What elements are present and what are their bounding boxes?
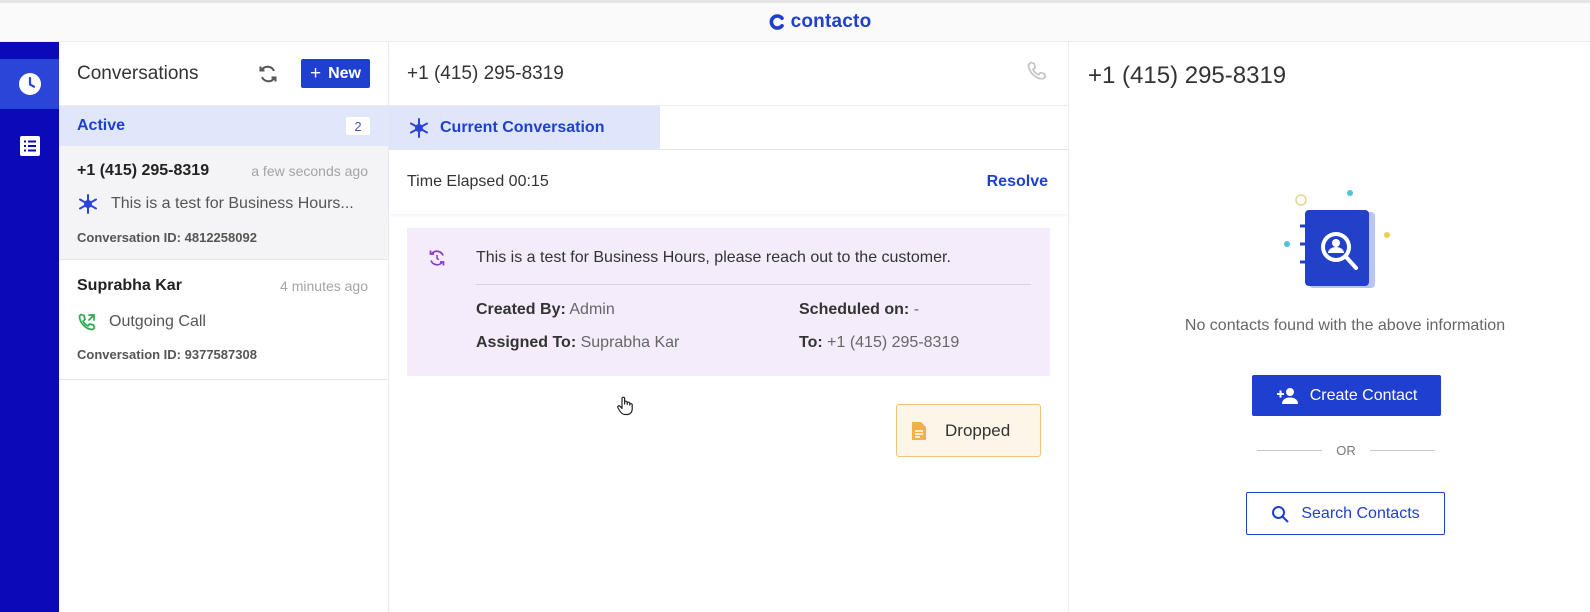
dropped-label: Dropped bbox=[945, 420, 1011, 440]
rail-item-list[interactable] bbox=[0, 121, 59, 171]
contact-phone: +1 (415) 295-8319 bbox=[1088, 62, 1287, 89]
assigned-to: Assigned To: Suprabha Kar bbox=[476, 334, 680, 351]
spark-icon bbox=[79, 194, 97, 214]
hand-cursor-icon bbox=[616, 396, 634, 421]
clock-icon bbox=[18, 73, 41, 95]
search-contacts-label: Search Contacts bbox=[1301, 504, 1420, 522]
created-by: Created By: Admin bbox=[476, 301, 615, 318]
conversation-message: Outgoing Call bbox=[109, 313, 206, 330]
active-count-badge: 2 bbox=[346, 117, 370, 135]
contact-panel: +1 (415) 295-8319 No contacts found with… bbox=[1069, 42, 1590, 612]
nav-rail bbox=[0, 42, 59, 612]
new-conversation-button[interactable]: + New bbox=[300, 59, 370, 88]
or-label: OR bbox=[1336, 443, 1356, 458]
conversation-list-header: Conversations + New bbox=[59, 42, 388, 106]
brand-logo: contacto bbox=[769, 11, 872, 33]
conversation-item[interactable]: +1 (415) 295-8319 a few seconds ago This… bbox=[59, 146, 388, 260]
brand-name: contacto bbox=[790, 11, 872, 32]
contact-search-illustration bbox=[1281, 186, 1401, 301]
task-message: This is a test for Business Hours, pleas… bbox=[476, 249, 951, 266]
conversation-phone: +1 (415) 295-8319 bbox=[407, 62, 564, 84]
elapsed-row: Time Elapsed 00:15 Resolve bbox=[389, 150, 1068, 214]
conversation-time: 4 minutes ago bbox=[280, 278, 368, 294]
task-card: This is a test for Business Hours, pleas… bbox=[407, 228, 1050, 376]
create-contact-label: Create Contact bbox=[1309, 386, 1418, 404]
refresh-icon[interactable] bbox=[257, 63, 279, 85]
conversation-name: Suprabha Kar bbox=[77, 277, 182, 294]
divider bbox=[476, 284, 1031, 285]
conversation-item[interactable]: Suprabha Kar 4 minutes ago Outgoing Call… bbox=[59, 260, 388, 380]
conversation-id: Conversation ID: 4812258092 bbox=[77, 230, 257, 245]
conversations-title: Conversations bbox=[77, 62, 199, 84]
scheduled-refresh-icon bbox=[427, 248, 447, 273]
top-bar: contacto bbox=[0, 0, 1590, 42]
time-elapsed: Time Elapsed 00:15 bbox=[407, 173, 549, 190]
rail-item-conversations[interactable] bbox=[0, 59, 59, 109]
contacto-logo-icon bbox=[769, 14, 784, 30]
tab-active[interactable]: Active 2 bbox=[59, 106, 388, 146]
resolve-button[interactable]: Resolve bbox=[987, 173, 1048, 191]
outgoing-call-icon bbox=[78, 313, 96, 331]
tab-current-conversation[interactable]: Current Conversation bbox=[389, 106, 660, 149]
active-tab-label: Active bbox=[77, 117, 126, 134]
list-icon bbox=[19, 136, 40, 156]
conversation-name: +1 (415) 295-8319 bbox=[77, 162, 210, 179]
conversation-tabs: Current Conversation bbox=[389, 106, 1068, 150]
create-contact-button[interactable]: Create Contact bbox=[1252, 375, 1441, 416]
search-contacts-button[interactable]: Search Contacts bbox=[1246, 492, 1445, 535]
conversation-header: +1 (415) 295-8319 bbox=[389, 42, 1068, 106]
scheduled-on: Scheduled on: - bbox=[799, 301, 920, 318]
or-divider: OR bbox=[1257, 443, 1435, 458]
conversation-preview: This is a test for Business Hours... bbox=[77, 193, 354, 215]
phone-icon[interactable] bbox=[1026, 60, 1048, 87]
conversation-preview: Outgoing Call bbox=[77, 312, 206, 332]
plus-icon: + bbox=[309, 63, 322, 84]
conversation-id: Conversation ID: 9377587308 bbox=[77, 347, 257, 362]
new-button-label: New bbox=[328, 64, 361, 82]
no-contacts-message: No contacts found with the above informa… bbox=[1184, 317, 1506, 334]
dropped-status-badge: Dropped bbox=[896, 404, 1041, 457]
tab-label: Current Conversation bbox=[440, 118, 605, 136]
document-icon bbox=[912, 421, 926, 440]
add-user-icon bbox=[1276, 387, 1298, 404]
conversation-time: a few seconds ago bbox=[251, 163, 368, 179]
spark-icon bbox=[410, 117, 428, 138]
to-number: To: +1 (415) 295-8319 bbox=[799, 334, 960, 351]
conversation-message: This is a test for Business Hours... bbox=[111, 195, 354, 212]
conversation-detail-panel: +1 (415) 295-8319 Current Conversation T… bbox=[389, 42, 1069, 612]
conversation-list-panel: Conversations + New Active 2 +1 (415) 29… bbox=[59, 42, 389, 612]
search-icon bbox=[1272, 505, 1289, 522]
